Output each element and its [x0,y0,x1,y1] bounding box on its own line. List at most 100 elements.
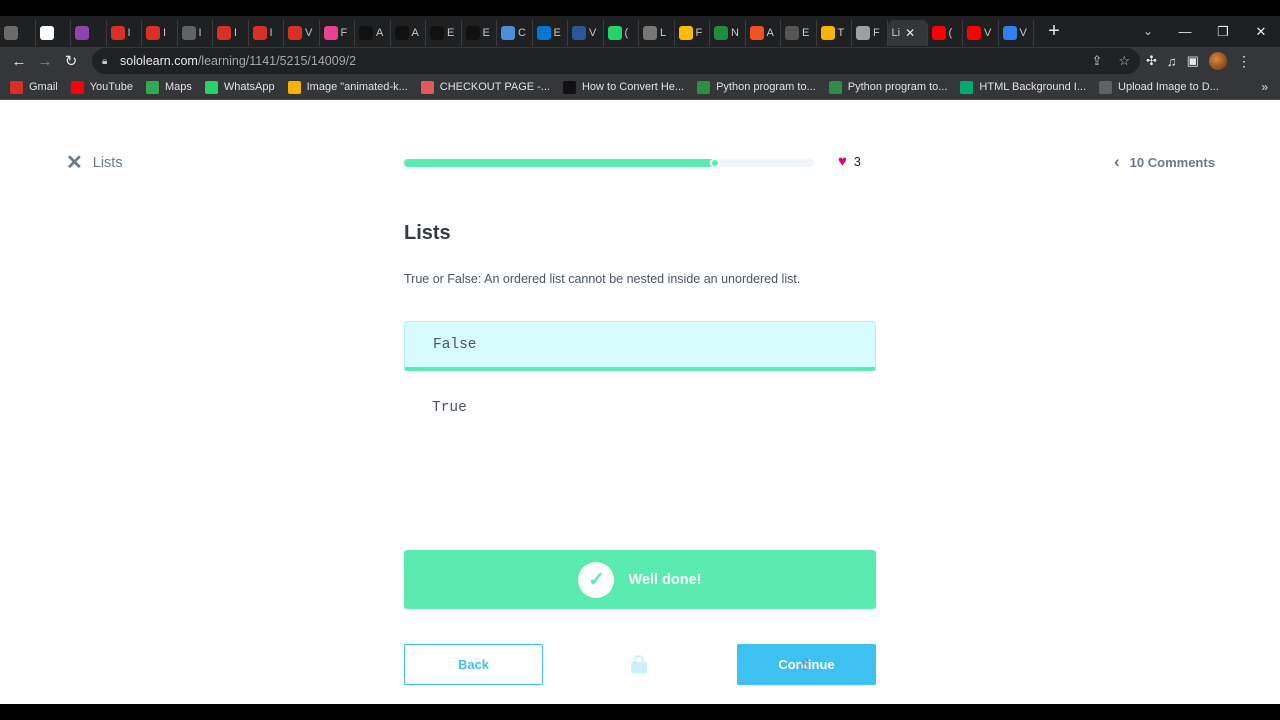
share-icon[interactable]: ⇪ [1091,53,1102,69]
bookmark-item[interactable]: How to Convert He... [562,80,684,94]
browser-tab[interactable]: F [675,20,710,46]
bookmark-item[interactable]: Gmail [10,80,58,94]
side-panel-icon[interactable]: ▣ [1187,53,1199,69]
browser-tab[interactable]: I [107,20,142,46]
tab-title: E [553,27,561,39]
browser-tab[interactable]: A [746,20,781,46]
bookmark-label: Maps [164,81,192,93]
tab-search-chevron-icon[interactable]: ⌄ [1138,16,1158,47]
lock-icon[interactable]: 🔒︎ [102,56,114,67]
bookmark-item[interactable]: Upload Image to D... [1099,80,1219,94]
bookmark-label: Python program to... [716,81,816,93]
browser-tab[interactable]: A [391,20,426,46]
back-button[interactable]: Back [404,644,543,685]
bookmark-item[interactable]: Maps [145,80,192,94]
tab-title: V [984,27,992,39]
browser-tab[interactable]: V [568,20,604,46]
tab-close-icon[interactable]: ✕ [905,26,915,40]
tab-title: F [340,27,348,39]
browser-tab[interactable]: V [284,20,320,46]
lesson-page: ✕ Lists ♥ 3 ‹ 10 Comments Lists True or … [0,100,1280,704]
bookmark-star-icon[interactable]: ☆ [1118,53,1130,69]
address-bar-actions: ⇪ ☆ [1091,48,1130,74]
restore-icon[interactable]: ❐ [1204,24,1242,40]
tab-title: E [447,27,455,39]
extensions-puzzle-icon[interactable]: ✣ [1146,53,1157,69]
address-bar[interactable]: 🔒︎ sololearn.com/learning/1141/5215/1400… [92,48,1140,74]
close-icon[interactable]: ✕ [66,153,83,173]
minimize-icon[interactable]: — [1166,24,1204,39]
browser-tab[interactable]: A [355,20,391,46]
bookmark-item[interactable]: CHECKOUT PAGE -... [420,80,550,94]
tab-title: A [376,27,384,39]
amazon-icon [359,26,373,40]
tab-strip: I I I I I V F A A E E C E V (L F N A E T F Li ✕ (V V + ⌄ — ❐ ✕ [0,16,1280,47]
browser-tab[interactable]: E [426,20,462,46]
lock-icon [631,655,647,673]
close-window-icon[interactable]: ✕ [1242,24,1280,40]
word-icon [572,26,586,40]
browser-tab[interactable]: N [710,20,746,46]
bookmark-item[interactable]: Python program to... [697,80,816,94]
forward-arrow-icon[interactable]: → [32,53,58,70]
browser-tab[interactable]: C [497,20,533,46]
browser-tab[interactable]: E [462,20,497,46]
browser-menu-icon[interactable]: ⋮ [1237,53,1251,70]
bookmarks-overflow-icon[interactable]: » [1261,75,1268,100]
bookmark-item[interactable]: HTML Background I... [960,80,1086,94]
browser-tab[interactable]: I [249,20,284,46]
window-controls: — ❐ ✕ [1166,16,1280,47]
answer-option-false[interactable]: False [404,321,876,371]
gmail-icon [288,26,302,40]
back-arrow-icon[interactable]: ← [6,53,32,70]
browser-tab[interactable] [71,20,107,46]
profile-avatar[interactable] [1208,52,1227,70]
tab-title: N [731,27,739,39]
lesson-name: Lists [92,155,123,171]
url-path: /learning/1141/5215/14009/2 [197,54,357,68]
bookmark-item[interactable]: WhatsApp [204,80,275,94]
outlook-icon [536,26,551,40]
page-title: Lists [404,222,451,244]
lesson-close-button[interactable]: ✕ Lists [66,153,123,173]
chevron-left-icon: ‹ [1114,152,1120,171]
star-icon [287,80,301,94]
feedback-banner: ✓ Well done! [404,550,876,609]
bookmark-label: YouTube [89,81,133,93]
browser-tab[interactable]: ( [604,20,639,46]
browser-tab[interactable]: F [852,20,888,46]
browser-tab[interactable]: L [639,20,675,46]
browser-tab[interactable] [0,20,36,46]
browser-tab[interactable]: I [213,20,249,46]
google-icon [39,26,54,40]
tab-title: C [518,27,526,39]
gmail-icon [110,26,125,40]
bookmark-item[interactable]: Python program to... [828,80,947,94]
answer-option-true[interactable]: True [404,383,876,433]
browser-tab[interactable]: E [533,20,568,46]
browser-tab[interactable] [36,20,71,46]
hearts-counter: ♥ 3 [838,154,861,170]
drive-icon [678,26,693,40]
media-control-icon[interactable]: ♫ [1167,54,1177,69]
bookmark-item[interactable]: Image "animated-k... [287,80,408,94]
new-tab-button[interactable]: + [1044,20,1064,43]
reload-icon[interactable]: ↻ [58,52,84,70]
browser-tab[interactable]: V [999,20,1034,46]
browser-tab[interactable]: E [781,20,817,46]
comments-link[interactable]: ‹ 10 Comments [1114,152,1215,171]
browser-tab[interactable]: I [178,20,213,46]
heart-icon: ♥ [838,153,847,170]
active-tab[interactable]: Li ✕ [887,20,928,46]
browser-tab[interactable]: T [817,20,852,46]
browser-tab[interactable]: F [320,20,355,46]
browser-toolbar: ← → ↻ 🔒︎ sololearn.com/learning/1141/521… [0,47,1280,75]
checkout-icon [420,80,434,94]
top-letterbox [0,0,1280,16]
tab-title: E [482,27,490,39]
browser-tab[interactable]: V [963,20,999,46]
browser-tab[interactable]: ( [928,20,963,46]
figure-icon [785,26,799,40]
browser-tab[interactable]: I [142,20,178,46]
bookmark-item[interactable]: YouTube [70,80,133,94]
